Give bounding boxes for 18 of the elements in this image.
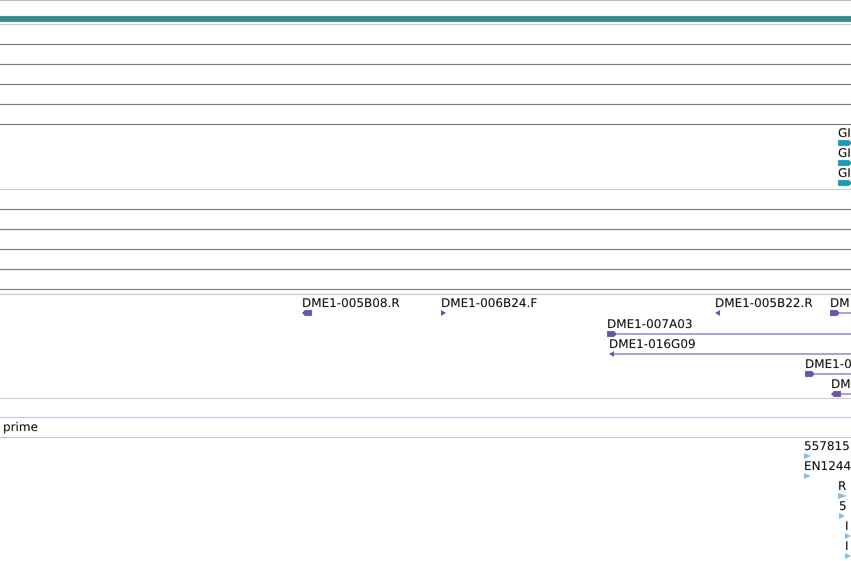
- feature-label[interactable]: DME1-007A03: [607, 317, 851, 331]
- feature-label[interactable]: DM: [831, 377, 851, 391]
- feature-label[interactable]: DM: [830, 296, 851, 310]
- feature-label[interactable]: 5: [839, 499, 847, 513]
- feature-label[interactable]: I: [845, 519, 851, 533]
- feature-label[interactable]: GI: [838, 126, 851, 140]
- track-label: prime: [3, 420, 38, 434]
- feature-label[interactable]: R: [838, 479, 847, 493]
- feature-label[interactable]: DME1-006B24.F: [441, 296, 538, 310]
- feature-label[interactable]: DME1-016G09: [609, 337, 851, 351]
- feature-label[interactable]: GI: [838, 166, 851, 180]
- feature-label[interactable]: EN1244: [804, 459, 851, 473]
- feature-label[interactable]: DME1-005B22.R: [715, 296, 813, 310]
- feature-label[interactable]: 557815: [804, 439, 850, 453]
- feature-label[interactable]: DME1-005B08.R: [302, 296, 400, 310]
- feature-label[interactable]: I: [845, 539, 851, 553]
- feature-label[interactable]: DME1-0: [805, 357, 851, 371]
- feature-label[interactable]: GI: [838, 146, 851, 160]
